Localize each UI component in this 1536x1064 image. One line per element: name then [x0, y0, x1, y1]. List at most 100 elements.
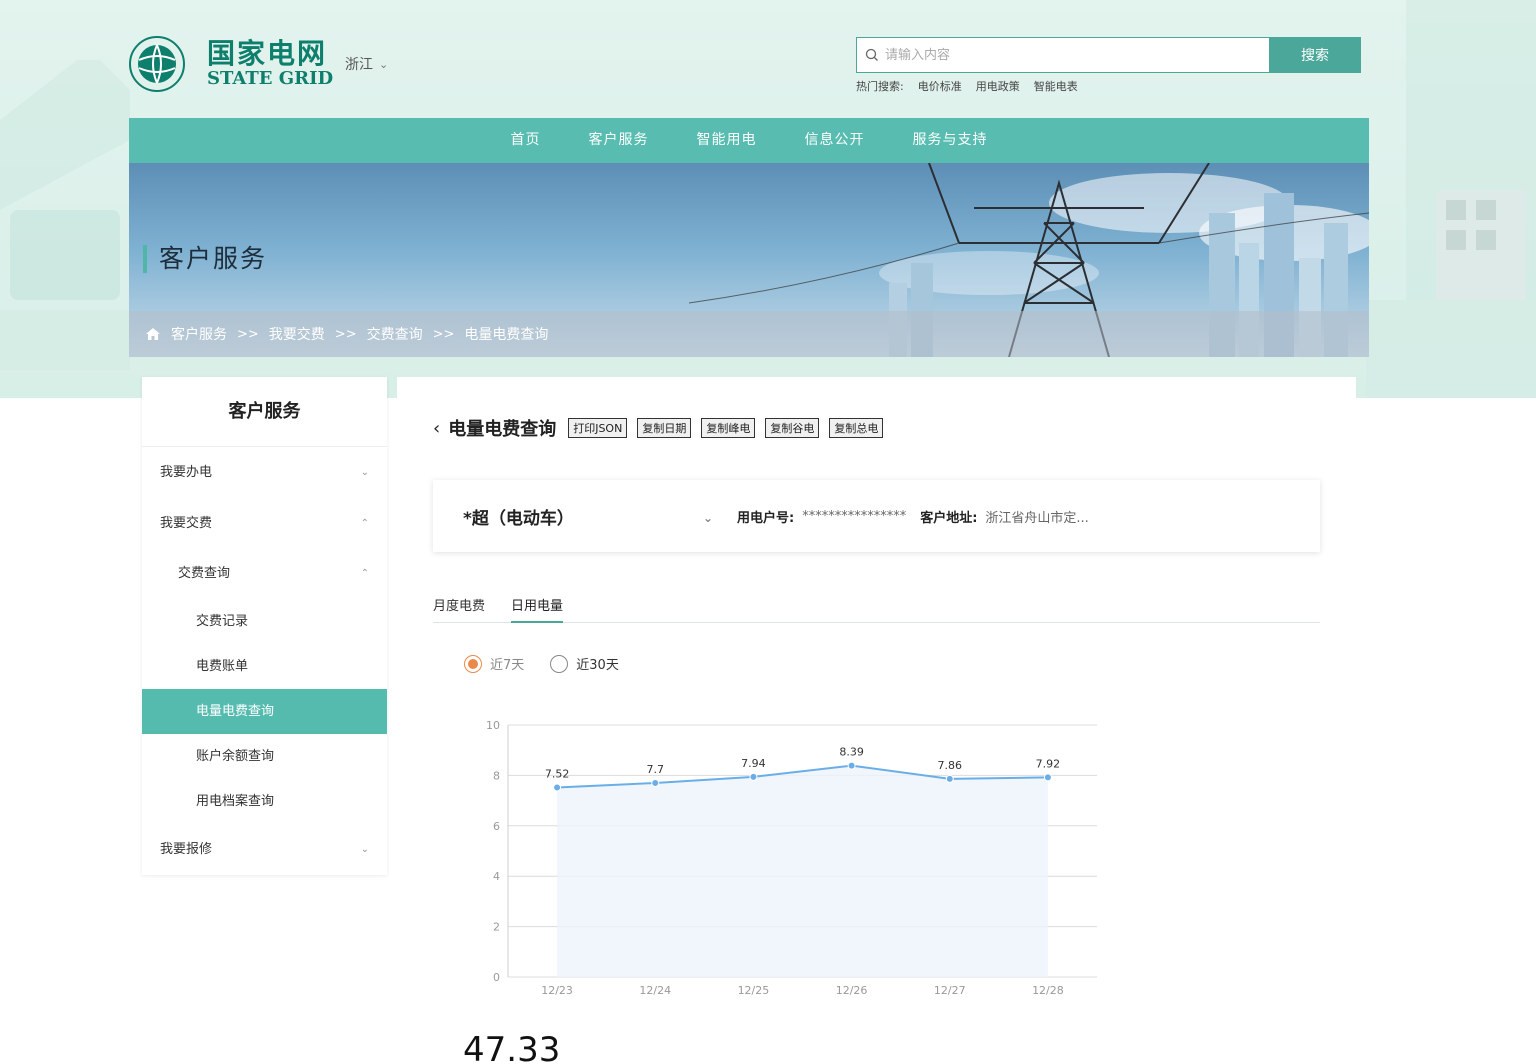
series-area: [557, 765, 1048, 977]
y-tick-label: 6: [493, 820, 500, 833]
address-value: 浙江省舟山市定...: [985, 510, 1089, 526]
data-point: [945, 774, 954, 783]
user-number-value: ****************: [802, 508, 907, 524]
banner-title: 客户服务: [143, 245, 267, 273]
hot-search-label: 热门搜索:: [856, 80, 904, 93]
search-input[interactable]: [879, 38, 1269, 72]
daily-usage-chart: 0 2 4 6 8 10 12/23 12/24 12/25 12/26 12/27 12/28 7.5…: [486, 719, 1097, 997]
breadcrumb-separator: >>: [334, 326, 357, 342]
search-icon: [865, 48, 878, 61]
data-label: 7.94: [741, 757, 766, 770]
data-label: 8.39: [839, 746, 864, 759]
home-icon[interactable]: [145, 327, 161, 341]
breadcrumb-item[interactable]: 交费查询: [367, 324, 423, 344]
copy-valley-button[interactable]: 复制谷电: [765, 418, 820, 438]
radio-label: 近30天: [576, 658, 619, 673]
sidebar-item-pay-records[interactable]: 交费记录: [142, 599, 387, 644]
total-usage-value: 47.33: [463, 1030, 561, 1064]
print-json-button[interactable]: 打印JSON: [568, 418, 628, 438]
page-header: ‹ 电量电费查询 打印JSON 复制日期 复制峰电 复制谷电 复制总电: [433, 415, 884, 441]
data-label: 7.52: [545, 767, 570, 780]
search-field-wrapper: [856, 37, 1269, 73]
sidebar-item-repair[interactable]: 我要报修 ⌄: [142, 824, 387, 875]
x-tick-label: 12/27: [934, 984, 966, 997]
sidebar-item-label: 用电档案查询: [196, 794, 275, 809]
breadcrumb: 客户服务 >> 我要交费 >> 交费查询 >> 电量电费查询: [129, 311, 1369, 357]
sidebar-title: 客户服务: [142, 377, 387, 447]
sidebar: 客户服务 我要办电 ⌄ 我要交费 ⌃ 交费查询 ⌃ 交费记录 电费账单 电量电费…: [142, 377, 387, 875]
state-grid-globe-icon: [129, 36, 185, 92]
hot-search: 热门搜索: 电价标准 用电政策 智能电表: [856, 78, 1078, 94]
nav-item-smart-power[interactable]: 智能用电: [673, 118, 781, 163]
sidebar-item-balance-query[interactable]: 账户余额查询: [142, 734, 387, 779]
sidebar-item-label: 我要报修: [160, 842, 213, 857]
y-tick-label: 4: [493, 870, 500, 883]
x-tick-label: 12/28: [1032, 984, 1064, 997]
sidebar-item-label: 交费查询: [178, 566, 231, 581]
nav-item-info-disclosure[interactable]: 信息公开: [781, 118, 889, 163]
region-label: 浙江: [345, 57, 373, 73]
hot-search-item[interactable]: 电价标准: [918, 78, 962, 94]
site-header: 国家电网 STATE GRID 浙江 ⌄ 搜索 热门搜索: 电价标准 用电政策 …: [129, 0, 1369, 118]
y-tick-label: 8: [493, 769, 500, 782]
sidebar-item-label: 账户余额查询: [196, 749, 275, 764]
account-selector[interactable]: *超（电动车） ⌄: [463, 504, 713, 529]
tab-daily-usage[interactable]: 日用电量: [511, 595, 564, 623]
back-arrow-icon[interactable]: ‹: [433, 418, 440, 439]
sidebar-item-label: 我要交费: [160, 516, 213, 531]
radio-last-30-days[interactable]: 近30天: [550, 654, 619, 673]
search-bar: 搜索: [856, 37, 1361, 73]
tab-monthly-fee[interactable]: 月度电费: [433, 595, 485, 623]
nav-item-support[interactable]: 服务与支持: [889, 118, 1012, 163]
address-label: 客户地址:: [920, 510, 978, 526]
sidebar-item-archive-query[interactable]: 用电档案查询: [142, 779, 387, 824]
page-banner: 客户服务 客户服务 >> 我要交费 >> 交费查询 >> 电量电费查询: [129, 163, 1369, 357]
sidebar-item-label: 电费账单: [196, 659, 249, 674]
chevron-down-icon: ⌄: [379, 57, 389, 71]
state-grid-logo[interactable]: 国家电网 STATE GRID: [129, 36, 333, 92]
data-point: [651, 778, 660, 787]
data-label: 7.7: [647, 763, 665, 776]
nav-item-customer-service[interactable]: 客户服务: [565, 118, 673, 163]
chevron-down-icon: ⌄: [360, 844, 369, 855]
sidebar-item-pay[interactable]: 我要交费 ⌃: [142, 498, 387, 549]
copy-total-button[interactable]: 复制总电: [829, 418, 884, 438]
hot-search-item[interactable]: 用电政策: [976, 78, 1020, 94]
hot-search-item[interactable]: 智能电表: [1034, 78, 1078, 94]
data-point: [847, 761, 856, 770]
radio-label: 近7天: [490, 658, 525, 673]
copy-date-button[interactable]: 复制日期: [637, 418, 692, 438]
region-selector[interactable]: 浙江 ⌄: [345, 54, 388, 74]
chevron-down-icon: ⌄: [702, 511, 713, 525]
sidebar-item-apply-power[interactable]: 我要办电 ⌄: [142, 447, 387, 498]
copy-peak-button[interactable]: 复制峰电: [701, 418, 756, 438]
chevron-down-icon: ⌄: [360, 467, 369, 478]
breadcrumb-item[interactable]: 客户服务: [171, 324, 227, 344]
breadcrumb-separator: >>: [237, 326, 259, 342]
x-tick-label: 12/23: [541, 984, 573, 997]
radio-dot: [550, 654, 569, 673]
sidebar-item-usage-query[interactable]: 电量电费查询: [142, 689, 387, 734]
data-label: 7.86: [938, 759, 963, 772]
x-tick-label: 12/24: [639, 984, 671, 997]
y-tick-label: 0: [493, 971, 500, 984]
search-button[interactable]: 搜索: [1269, 37, 1361, 73]
sidebar-item-pay-query[interactable]: 交费查询 ⌃: [142, 549, 387, 599]
data-point: [749, 772, 758, 781]
x-tick-label: 12/26: [836, 984, 868, 997]
account-name: *超（电动车）: [463, 508, 574, 529]
breadcrumb-item[interactable]: 我要交费: [269, 324, 325, 344]
usage-tabs: 月度电费 日用电量: [433, 595, 1320, 623]
radio-last-7-days[interactable]: 近7天: [464, 654, 524, 673]
nav-item-home[interactable]: 首页: [487, 118, 565, 163]
breadcrumb-item-current[interactable]: 电量电费查询: [464, 324, 548, 344]
chevron-up-icon: ⌃: [360, 518, 369, 529]
logo-english-name: STATE GRID: [207, 68, 334, 89]
breadcrumb-separator: >>: [432, 326, 455, 342]
sidebar-item-bills[interactable]: 电费账单: [142, 644, 387, 689]
user-number-label: 用电户号:: [737, 510, 795, 526]
sidebar-item-label: 我要办电: [160, 465, 213, 480]
account-card: *超（电动车） ⌄ 用电户号: **************** 客户地址: 浙…: [433, 480, 1320, 552]
page-title: 电量电费查询: [448, 419, 557, 440]
data-point: [1043, 773, 1052, 782]
